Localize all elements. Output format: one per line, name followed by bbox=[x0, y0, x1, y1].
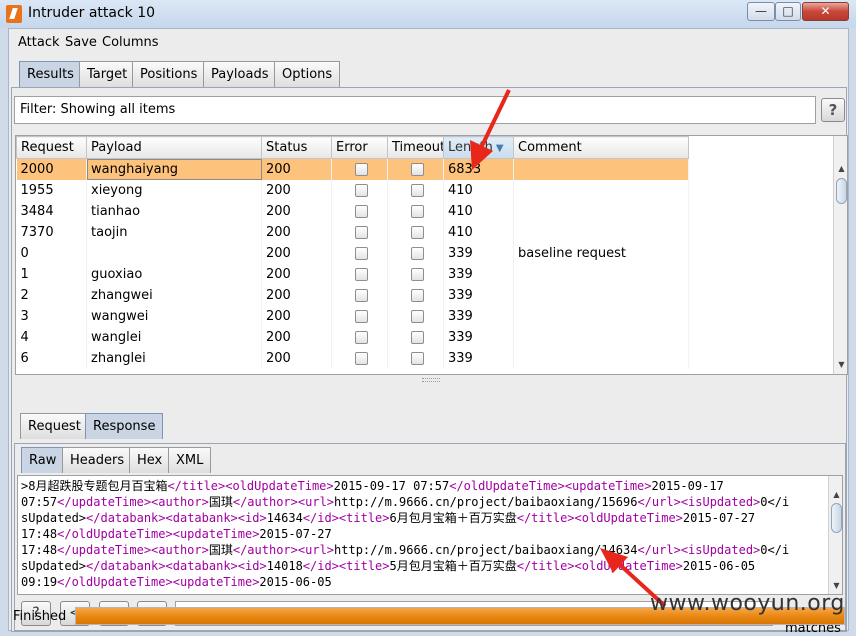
watermark-text: www.wooyun.org bbox=[650, 591, 845, 616]
annotation-overlay bbox=[470, 89, 667, 608]
red-arrow-icon bbox=[470, 89, 511, 170]
